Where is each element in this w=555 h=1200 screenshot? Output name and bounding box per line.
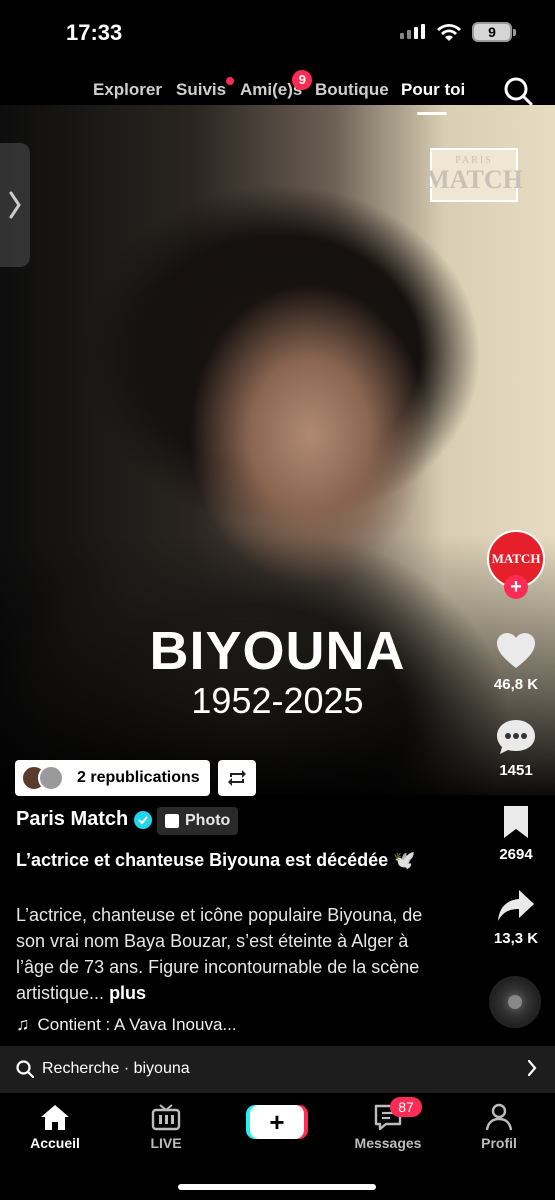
chevron-right-icon bbox=[527, 1059, 537, 1077]
share-count: 13,3 K bbox=[493, 930, 539, 947]
repost-button[interactable] bbox=[218, 760, 256, 796]
sound-disc-icon[interactable] bbox=[489, 976, 541, 1028]
side-panel-handle[interactable] bbox=[0, 143, 30, 267]
battery-icon: 9 bbox=[472, 22, 516, 42]
heart-icon bbox=[497, 633, 535, 668]
nav-home[interactable]: Accueil bbox=[10, 1103, 100, 1151]
sound-info[interactable]: ♫ Contient : A Vava Inouva... bbox=[16, 1014, 237, 1035]
nav-live[interactable]: LIVE bbox=[121, 1103, 211, 1151]
comment-button[interactable]: 1451 bbox=[483, 718, 549, 779]
author-label: Paris Match bbox=[16, 808, 129, 830]
notification-dot bbox=[226, 77, 235, 85]
verified-badge-icon bbox=[134, 810, 153, 829]
author-name[interactable]: Paris Match bbox=[16, 808, 153, 831]
status-bar: 17:33 9 bbox=[0, 0, 555, 64]
search-suggestion-text: Recherche · biyouna bbox=[42, 1060, 190, 1077]
sound-label: Contient : A Vava Inouva... bbox=[37, 1014, 237, 1034]
active-tab-indicator bbox=[417, 112, 447, 115]
like-button[interactable]: 46,8 K bbox=[483, 632, 549, 693]
top-nav: Explorer Suivis Ami(e)s 9 Boutique Pour t… bbox=[0, 70, 555, 115]
paris-match-logo: PARIS MATCH bbox=[425, 148, 523, 202]
tab-suivis[interactable]: Suivis bbox=[176, 77, 235, 100]
post-title: L’actrice et chanteuse Biyouna est décéd… bbox=[16, 850, 416, 870]
follow-button[interactable]: + bbox=[504, 575, 528, 599]
description-text: L’actrice, chanteuse et icône populaire … bbox=[16, 905, 423, 1003]
bookmark-button[interactable]: 2694 bbox=[483, 804, 549, 863]
comment-count: 1451 bbox=[499, 762, 533, 779]
tab-boutique[interactable]: Boutique bbox=[315, 80, 389, 100]
home-indicator bbox=[178, 1184, 376, 1190]
nav-profile-label: Profil bbox=[481, 1135, 517, 1151]
status-time: 17:33 bbox=[66, 20, 123, 45]
search-suggestion-bar[interactable]: Recherche · biyouna bbox=[0, 1046, 555, 1092]
post-description[interactable]: L’actrice, chanteuse et icône populaire … bbox=[16, 902, 426, 1006]
live-tv-icon bbox=[151, 1104, 181, 1131]
post-years: 1952-2025 bbox=[191, 680, 364, 721]
tab-label: Suivis bbox=[176, 80, 227, 99]
more-link[interactable]: plus bbox=[109, 983, 146, 1003]
republications-label: 2 republications bbox=[77, 769, 200, 786]
photo-icon bbox=[165, 814, 179, 828]
tab-amis[interactable]: Ami(e)s 9 bbox=[240, 70, 313, 100]
share-button[interactable]: 13,3 K bbox=[483, 888, 549, 947]
logo-bottom-text: MATCH bbox=[425, 165, 523, 194]
nav-profile[interactable]: Profil bbox=[454, 1103, 544, 1151]
messages-badge: 87 bbox=[390, 1097, 422, 1117]
nav-messages-label: Messages bbox=[354, 1135, 422, 1151]
like-count: 46,8 K bbox=[493, 676, 539, 693]
cellular-signal-icon bbox=[400, 24, 425, 39]
search-icon[interactable] bbox=[503, 76, 533, 106]
republications-chip[interactable]: 2 republications bbox=[15, 760, 210, 796]
avatar bbox=[38, 765, 64, 791]
photo-tag-label: Photo bbox=[185, 812, 231, 829]
tab-label: Pour toi bbox=[401, 80, 466, 99]
tab-pour-toi[interactable]: Pour toi bbox=[401, 80, 465, 100]
post-headline: BIYOUNA bbox=[149, 621, 406, 681]
chevron-right-icon bbox=[9, 191, 21, 219]
tab-badge: 9 bbox=[292, 70, 313, 90]
wifi-icon bbox=[437, 24, 461, 41]
profile-icon bbox=[485, 1103, 513, 1131]
bookmark-icon bbox=[504, 806, 528, 838]
music-note-icon: ♫ bbox=[16, 1014, 30, 1034]
share-arrow-icon bbox=[498, 890, 534, 921]
create-button[interactable]: + bbox=[250, 1105, 304, 1139]
photo-type-tag: Photo bbox=[157, 807, 239, 835]
nav-live-label: LIVE bbox=[150, 1135, 182, 1151]
search-icon bbox=[16, 1060, 34, 1078]
tab-label: Explorer bbox=[93, 80, 162, 99]
nav-home-label: Accueil bbox=[30, 1135, 80, 1151]
tab-label: Boutique bbox=[315, 80, 389, 99]
repost-icon bbox=[228, 770, 246, 786]
tab-explorer[interactable]: Explorer bbox=[93, 80, 162, 100]
home-icon bbox=[41, 1105, 69, 1130]
republisher-avatars bbox=[21, 765, 65, 791]
bookmark-count: 2694 bbox=[499, 846, 533, 863]
comment-icon bbox=[497, 720, 535, 754]
